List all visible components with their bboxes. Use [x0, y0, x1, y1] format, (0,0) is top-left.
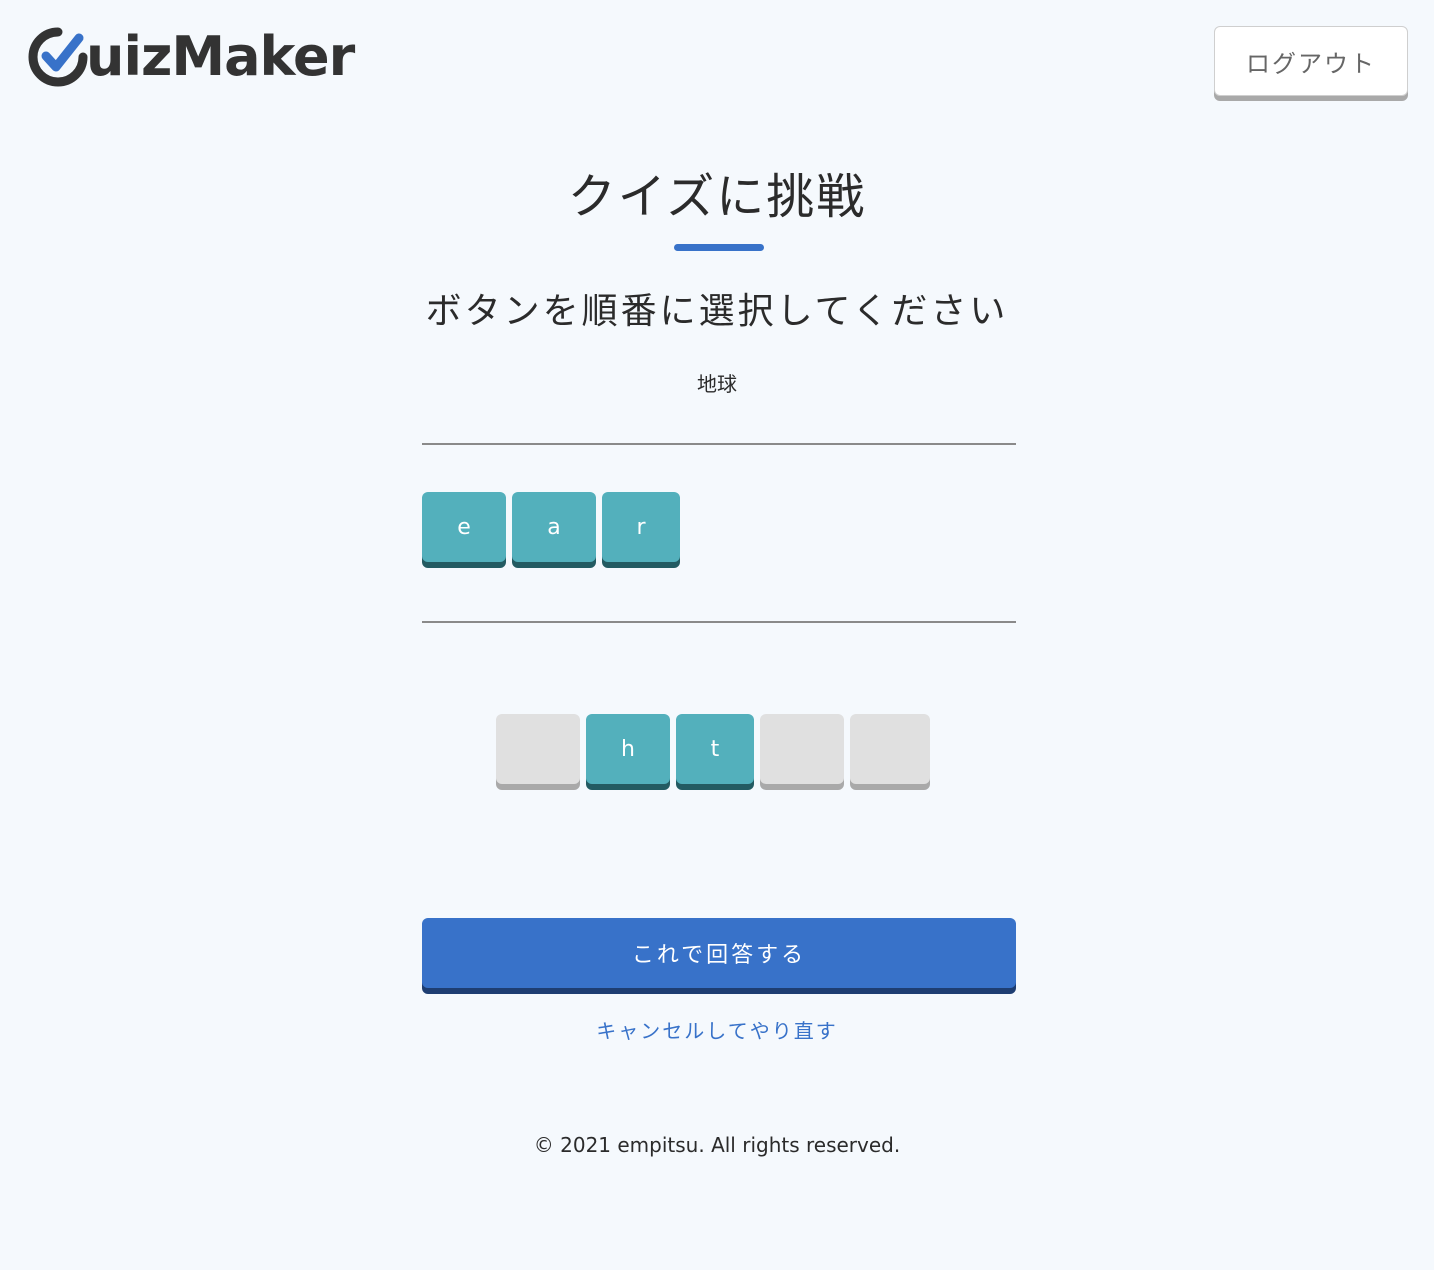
- instruction-text: ボタンを順番に選択してください: [425, 291, 1009, 332]
- answer-area: e a r: [422, 492, 686, 568]
- check-circle-icon: [28, 27, 88, 87]
- answer-tile[interactable]: r: [602, 492, 680, 562]
- choice-tile-empty: [850, 714, 930, 784]
- title-underline: [674, 244, 764, 251]
- logout-button[interactable]: ログアウト: [1214, 26, 1408, 96]
- hint-text: 地球: [697, 372, 737, 396]
- submit-answer-button[interactable]: これで回答する: [422, 918, 1016, 988]
- choice-tile-empty: [760, 714, 844, 784]
- answer-tile[interactable]: a: [512, 492, 596, 562]
- choice-area: h t: [496, 714, 936, 790]
- cancel-retry-link[interactable]: キャンセルしてやり直す: [0, 1016, 1434, 1046]
- answer-divider-bottom: [422, 621, 1016, 623]
- choice-tile[interactable]: h: [586, 714, 670, 784]
- page-title: クイズに挑戦: [567, 169, 867, 225]
- logo[interactable]: uizMaker: [27, 24, 355, 90]
- choice-tile-empty: [496, 714, 580, 784]
- answer-divider-top: [422, 443, 1016, 445]
- logo-text: uizMaker: [86, 25, 355, 88]
- choice-tile[interactable]: t: [676, 714, 754, 784]
- footer-copyright: © 2021 empitsu. All rights reserved.: [533, 1133, 901, 1157]
- answer-tile[interactable]: e: [422, 492, 506, 562]
